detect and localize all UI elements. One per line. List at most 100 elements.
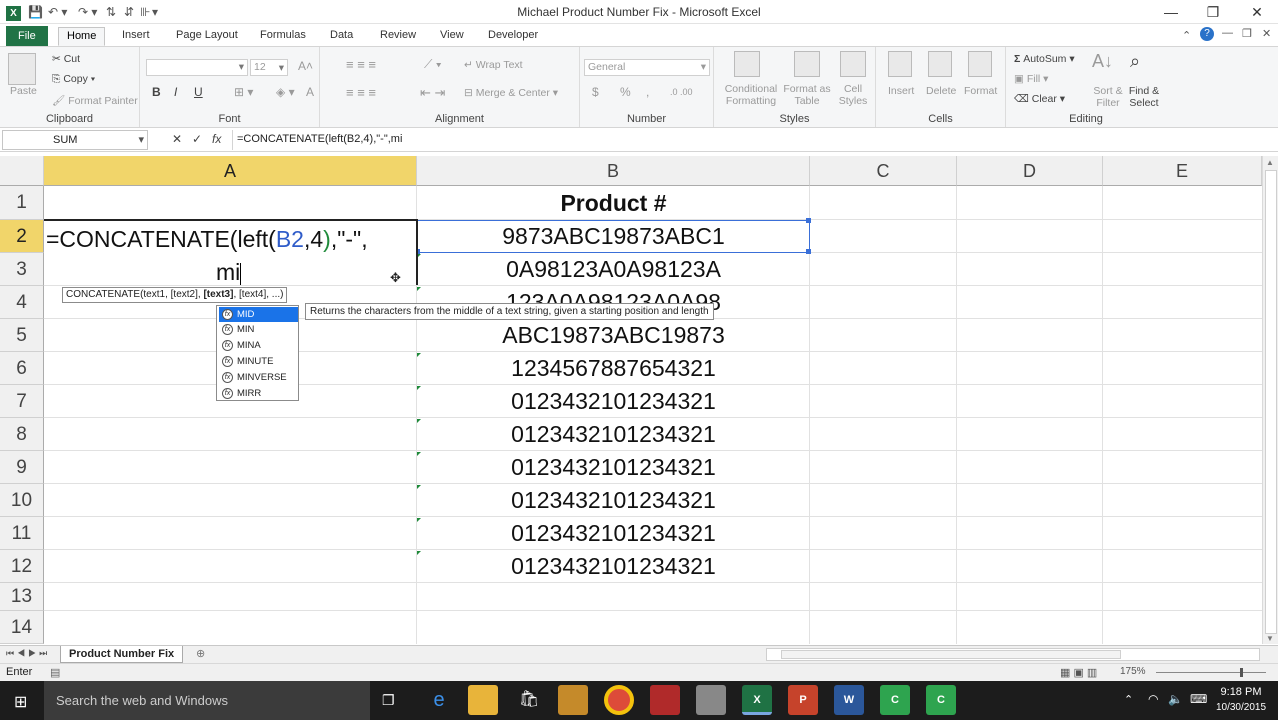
- column-header-e[interactable]: E: [1103, 156, 1262, 186]
- view-normal-icon[interactable]: ▦ ▣ ▥: [1060, 666, 1097, 679]
- currency-button[interactable]: $: [592, 85, 599, 99]
- comma-button[interactable]: ,: [646, 85, 649, 99]
- cell-b11[interactable]: 0123432101234321: [417, 517, 810, 550]
- number-format-select[interactable]: General ▾: [584, 59, 710, 76]
- cell-b1[interactable]: Product #: [417, 187, 810, 220]
- scroll-down-icon[interactable]: ▼: [1266, 634, 1274, 643]
- tab-insert[interactable]: Insert: [114, 27, 158, 46]
- autocomplete-item-min[interactable]: fx MIN: [219, 322, 298, 337]
- cut-button[interactable]: ✂ Cut: [52, 53, 80, 65]
- zoom-slider[interactable]: [1156, 672, 1266, 673]
- tray-chevron-icon[interactable]: ⌃: [1124, 693, 1133, 706]
- excel-taskbar-icon[interactable]: X: [742, 685, 772, 715]
- minimize-button[interactable]: —: [1148, 0, 1194, 24]
- fill-color-icon[interactable]: ◈ ▾: [276, 85, 295, 99]
- tab-page-layout[interactable]: Page Layout: [168, 27, 246, 46]
- paste-button[interactable]: Paste: [10, 85, 37, 97]
- camtasia-icon[interactable]: C: [880, 685, 910, 715]
- cell-b12[interactable]: 0123432101234321: [417, 550, 810, 583]
- wrap-text-button[interactable]: ↵ Wrap Text: [464, 59, 523, 71]
- tab-home[interactable]: Home: [58, 27, 106, 46]
- row-header-3[interactable]: 3: [0, 253, 44, 286]
- app-icon[interactable]: [696, 685, 726, 715]
- store-icon[interactable]: 🛍: [514, 685, 544, 715]
- clear-button[interactable]: ⌫ Clear ▾: [1014, 93, 1065, 105]
- autocomplete-item-mina[interactable]: fx MINA: [219, 338, 298, 353]
- cell-b10[interactable]: 0123432101234321: [417, 484, 810, 517]
- taskbar-date[interactable]: 10/30/2015: [1212, 702, 1270, 713]
- edge-icon[interactable]: e: [424, 685, 454, 715]
- row-header-8[interactable]: 8: [0, 418, 44, 451]
- tab-view[interactable]: View: [432, 27, 472, 46]
- tab-formulas[interactable]: Formulas: [252, 27, 314, 46]
- conditional-formatting-button[interactable]: Conditional Formatting: [720, 83, 782, 107]
- zoom-slider-thumb[interactable]: [1240, 668, 1243, 677]
- doc-close-icon[interactable]: ✕: [1262, 27, 1271, 40]
- cell-b7[interactable]: 012343210123432​1: [417, 385, 810, 418]
- row-header-1[interactable]: 1: [0, 186, 44, 220]
- autocomplete-item-mirr[interactable]: fx MIRR: [219, 386, 298, 401]
- orientation-icon[interactable]: ⟋ ▾: [424, 57, 442, 72]
- select-all-corner[interactable]: [0, 156, 44, 186]
- column-header-c[interactable]: C: [810, 156, 957, 186]
- row-header-7[interactable]: 7: [0, 385, 44, 418]
- horizontal-scrollbar-thumb[interactable]: [781, 650, 1121, 659]
- borders-icon[interactable]: ⊞ ▾: [234, 85, 253, 99]
- align-left-icon[interactable]: ≡ ≡ ≡: [346, 85, 376, 100]
- row-header-14[interactable]: 14: [0, 611, 44, 644]
- minimize-ribbon-icon[interactable]: ⌃: [1182, 29, 1191, 42]
- grow-font-icon[interactable]: A˄: [298, 59, 313, 73]
- scrollbar-thumb[interactable]: [1265, 170, 1277, 634]
- bold-button[interactable]: B: [152, 85, 161, 99]
- tab-data[interactable]: Data: [322, 27, 361, 46]
- sheet-nav-icon[interactable]: ⏮◀▶⏭: [6, 648, 50, 659]
- help-icon[interactable]: ?: [1200, 27, 1214, 41]
- vertical-scrollbar[interactable]: ▲ ▼: [1262, 156, 1278, 644]
- worksheet-grid[interactable]: A B C D E 1 2 3 4 5 6 7 8 9 10 11 12 13 …: [0, 156, 1262, 644]
- cell-a2-editor[interactable]: =CONCATENATE(left(B2,4),"-", mi: [44, 219, 418, 285]
- row-header-4[interactable]: 4: [0, 286, 44, 319]
- cancel-formula-button[interactable]: ✕: [172, 132, 182, 146]
- taskbar-time[interactable]: 9:18 PM: [1218, 686, 1264, 698]
- powerpoint-icon[interactable]: P: [788, 685, 818, 715]
- column-header-a[interactable]: A: [44, 156, 417, 186]
- font-color-icon[interactable]: A: [306, 85, 314, 99]
- italic-button[interactable]: I: [174, 85, 177, 99]
- format-button[interactable]: Format: [964, 85, 997, 97]
- cell-styles-button[interactable]: Cell Styles: [834, 83, 872, 107]
- word-icon[interactable]: W: [834, 685, 864, 715]
- name-box[interactable]: SUM ▾: [2, 130, 148, 150]
- close-button[interactable]: ✕: [1234, 0, 1278, 24]
- taskbar-search-box[interactable]: Search the web and Windows: [44, 681, 370, 720]
- camtasia-recorder-icon[interactable]: C: [926, 685, 956, 715]
- fill-button[interactable]: ▣ Fill ▾: [1014, 73, 1048, 85]
- row-header-12[interactable]: 12: [0, 550, 44, 583]
- enter-formula-button[interactable]: ✓: [192, 132, 202, 146]
- underline-button[interactable]: U: [194, 85, 203, 99]
- zoom-level[interactable]: 175%: [1120, 666, 1146, 677]
- new-sheet-icon[interactable]: ⊕: [196, 647, 205, 660]
- row-header-11[interactable]: 11: [0, 517, 44, 550]
- cell-b5[interactable]: ABC19873ABC19873: [417, 319, 810, 352]
- file-explorer-icon[interactable]: [468, 685, 498, 715]
- insert-function-button[interactable]: fx: [212, 132, 221, 146]
- delete-button[interactable]: Delete: [926, 85, 956, 97]
- app-icon[interactable]: [650, 685, 680, 715]
- row-header-2[interactable]: 2: [0, 220, 44, 253]
- decimal-icon[interactable]: .0 .00: [670, 87, 693, 97]
- tab-file[interactable]: File: [6, 26, 48, 46]
- row-header-6[interactable]: 6: [0, 352, 44, 385]
- font-family-select[interactable]: ▾: [146, 59, 248, 76]
- percent-button[interactable]: %: [620, 85, 631, 99]
- volume-icon[interactable]: 🔈: [1168, 692, 1183, 706]
- column-header-b[interactable]: B: [417, 156, 810, 186]
- cell-b6[interactable]: 1234567887654321: [417, 352, 810, 385]
- cell-b8[interactable]: 0123432101234321: [417, 418, 810, 451]
- chrome-icon[interactable]: [604, 685, 634, 715]
- cell-b2[interactable]: 9873ABC19873ABC1: [417, 220, 810, 253]
- find-select-button[interactable]: Find & Select: [1124, 85, 1164, 109]
- font-size-select[interactable]: 12 ▾: [250, 59, 288, 76]
- insert-button[interactable]: Insert: [888, 85, 914, 97]
- sheet-tab-product-number-fix[interactable]: Product Number Fix: [60, 646, 184, 663]
- tab-developer[interactable]: Developer: [480, 27, 546, 46]
